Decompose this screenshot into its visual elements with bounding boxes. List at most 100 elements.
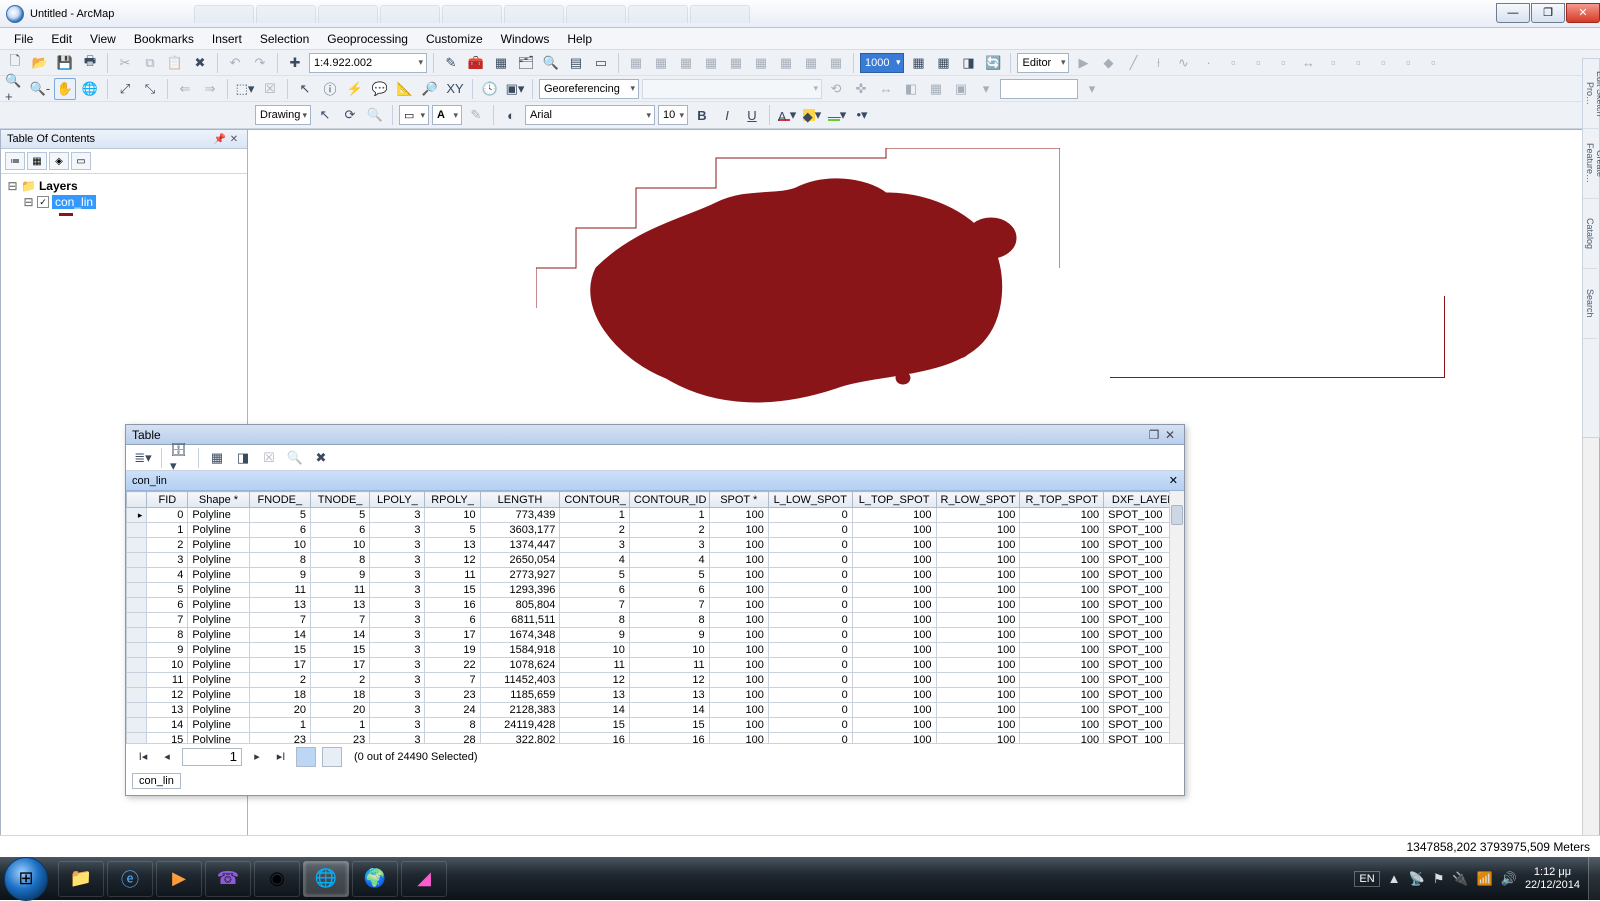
attr-close-icon[interactable]: ✕ <box>1162 428 1178 442</box>
attr-cell[interactable]: 100 <box>852 613 936 628</box>
fixed-zoomout-icon[interactable]: ⤡ <box>139 78 161 100</box>
attr-cell[interactable]: Polyline <box>188 583 249 598</box>
attr-col-header[interactable]: L_TOP_SPOT <box>852 492 936 508</box>
search-icon[interactable]: 🔍 <box>540 52 562 74</box>
attr-cell[interactable]: Polyline <box>188 688 249 703</box>
row-header[interactable] <box>127 673 147 688</box>
attr-cell[interactable]: 8 <box>310 553 369 568</box>
attr-cell[interactable]: 100 <box>852 523 936 538</box>
attr-cell[interactable]: 100 <box>1020 598 1104 613</box>
grid3-icon[interactable]: ▦ <box>675 52 697 74</box>
task-viber-icon[interactable]: ☎ <box>205 861 251 897</box>
attr-cell[interactable]: 2650,054 <box>480 553 560 568</box>
attr-cell[interactable]: 4 <box>147 568 188 583</box>
attr-cell[interactable]: 100 <box>852 688 936 703</box>
attr-cell[interactable]: 1078,624 <box>480 658 560 673</box>
tray-clock[interactable]: 1:12 μμ 22/12/2014 <box>1525 866 1580 892</box>
attr-cell[interactable]: 3 <box>370 568 425 583</box>
attr-cell[interactable]: Polyline <box>188 628 249 643</box>
attr-cell[interactable]: 7 <box>629 598 709 613</box>
nav-prev-icon[interactable]: ◂ <box>158 750 176 763</box>
attr-delete-icon[interactable]: ✖ <box>310 447 332 469</box>
attr-cell[interactable]: 100 <box>1020 718 1104 733</box>
attr-cell[interactable]: 1 <box>629 508 709 523</box>
attr-cell[interactable]: 100 <box>936 598 1020 613</box>
attr-grid[interactable]: FIDShape *FNODE_TNODE_LPOLY_RPOLY_LENGTH… <box>126 491 1184 743</box>
attr-cell[interactable]: 12 <box>629 673 709 688</box>
blue-combo[interactable]: 1000 <box>860 53 904 73</box>
attr-cell[interactable]: 8 <box>560 613 630 628</box>
draw-edit-icon[interactable]: ✎ <box>465 104 487 126</box>
font-color-icon[interactable]: A▾ <box>776 104 798 126</box>
attr-cell[interactable]: 15 <box>425 583 480 598</box>
full-extent-icon[interactable]: 🌐 <box>79 78 101 100</box>
attr-cell[interactable]: Polyline <box>188 598 249 613</box>
drawing-dropdown[interactable]: Drawing <box>255 105 311 125</box>
georef-7-icon[interactable]: ▾ <box>975 78 997 100</box>
attr-cell[interactable]: 3 <box>370 598 425 613</box>
attr-col-header[interactable]: SPOT * <box>709 492 768 508</box>
task-ie-icon[interactable]: ⓔ <box>107 861 153 897</box>
attr-cell[interactable]: 5 <box>629 568 709 583</box>
draw-select-icon[interactable]: ↖ <box>314 104 336 126</box>
tray-lang[interactable]: EN <box>1354 871 1379 887</box>
menu-selection[interactable]: Selection <box>252 29 317 49</box>
attr-cell[interactable]: 100 <box>709 718 768 733</box>
grid1-icon[interactable]: ▦ <box>625 52 647 74</box>
attr-cell[interactable]: 100 <box>709 568 768 583</box>
attr-cell[interactable]: 16 <box>560 733 630 744</box>
row-header[interactable] <box>127 688 147 703</box>
add-data-icon[interactable]: ✚ <box>284 52 306 74</box>
open-icon[interactable]: 📂 <box>29 52 51 74</box>
attr-cell[interactable]: 14 <box>249 628 310 643</box>
attr-col-header[interactable]: R_LOW_SPOT <box>936 492 1020 508</box>
toc-tab-visibility-icon[interactable]: ◈ <box>49 152 69 170</box>
edit-arc-icon[interactable]: ⟊ <box>1147 52 1169 74</box>
attr-cell[interactable]: 14 <box>629 703 709 718</box>
attr-cell[interactable]: 100 <box>852 703 936 718</box>
toolbox-icon[interactable]: 🧰 <box>465 52 487 74</box>
attr-cell[interactable]: 12 <box>560 673 630 688</box>
attr-cell[interactable]: 100 <box>709 628 768 643</box>
georef-8-icon[interactable]: ▾ <box>1081 78 1103 100</box>
attr-cell[interactable]: 3 <box>370 718 425 733</box>
line-color-icon[interactable]: —▾ <box>826 104 848 126</box>
attr-col-header[interactable]: CONTOUR_ <box>560 492 630 508</box>
attr-cell[interactable]: 1293,396 <box>480 583 560 598</box>
attr-cell[interactable]: 6 <box>249 523 310 538</box>
attr-cell[interactable]: 3 <box>370 583 425 598</box>
select-features-icon[interactable]: ⬚▾ <box>234 78 256 100</box>
attr-cell[interactable]: 5 <box>560 568 630 583</box>
task-app-icon[interactable]: ◢ <box>401 861 447 897</box>
attr-cell[interactable]: 100 <box>1020 568 1104 583</box>
attr-cell[interactable]: 2773,927 <box>480 568 560 583</box>
time-slider-icon[interactable]: 🕓 <box>479 78 501 100</box>
attr-cell[interactable]: 100 <box>936 508 1020 523</box>
attr-cell[interactable]: 0 <box>768 643 852 658</box>
find-icon[interactable]: 🔎 <box>419 78 441 100</box>
attr-cell[interactable]: 18 <box>249 688 310 703</box>
minimize-button[interactable]: — <box>1496 3 1530 23</box>
attr-cell[interactable]: 10 <box>249 538 310 553</box>
attr-cell[interactable]: 5 <box>147 583 188 598</box>
toc-close-icon[interactable]: ✕ <box>227 134 241 145</box>
attr-cell[interactable]: 10 <box>629 643 709 658</box>
attr-cell[interactable]: 100 <box>852 553 936 568</box>
undo-icon[interactable]: ↶ <box>224 52 246 74</box>
attr-cell[interactable]: 100 <box>1020 673 1104 688</box>
pan-icon[interactable]: ✋ <box>54 78 76 100</box>
attr-cell[interactable]: 100 <box>936 568 1020 583</box>
attr-cell[interactable]: 6 <box>560 583 630 598</box>
attr-col-header[interactable]: TNODE_ <box>310 492 369 508</box>
row-header[interactable] <box>127 643 147 658</box>
attr-col-header[interactable]: LPOLY_ <box>370 492 425 508</box>
layout1-icon[interactable]: ▦ <box>907 52 929 74</box>
bold-icon[interactable]: B <box>691 104 713 126</box>
html-popup-icon[interactable]: 💬 <box>369 78 391 100</box>
toc-tab-list-icon[interactable]: ≔ <box>5 152 25 170</box>
menu-view[interactable]: View <box>82 29 124 49</box>
attr-cell[interactable]: 0 <box>768 673 852 688</box>
italic-icon[interactable]: I <box>716 104 738 126</box>
task-chrome-icon[interactable]: ◉ <box>254 861 300 897</box>
attr-cell[interactable]: 14 <box>310 628 369 643</box>
